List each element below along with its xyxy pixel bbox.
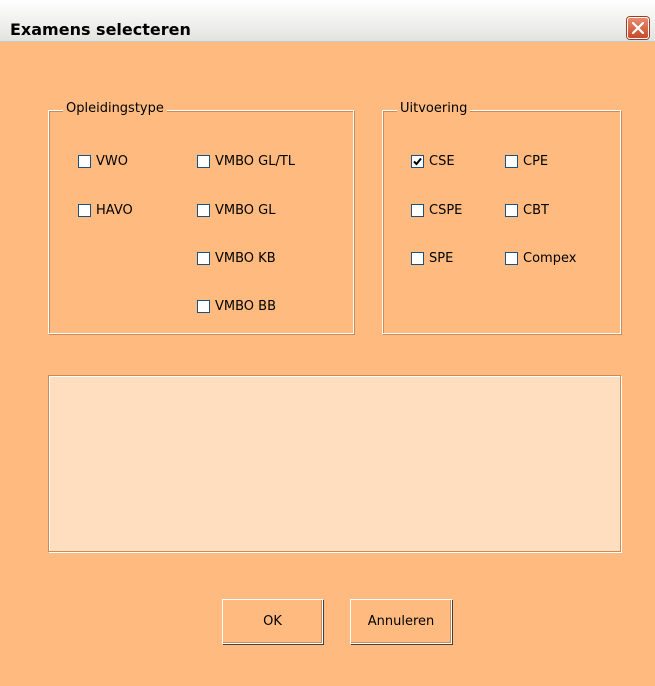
opleidingstype-caption: Opleidingstype bbox=[63, 101, 167, 116]
checkbox-label: CBT bbox=[523, 203, 549, 218]
checkbox-cspe[interactable]: CSPE bbox=[411, 203, 462, 218]
checkbox-box[interactable] bbox=[505, 252, 518, 265]
checkbox-label: VMBO GL/TL bbox=[215, 154, 296, 169]
checkbox-box[interactable] bbox=[197, 155, 210, 168]
checkbox-box[interactable] bbox=[197, 300, 210, 313]
checkbox-label: VMBO GL bbox=[215, 203, 276, 218]
checkbox-label: HAVO bbox=[96, 203, 133, 218]
checkbox-label: Compex bbox=[523, 251, 577, 266]
checkbox-box[interactable] bbox=[197, 204, 210, 217]
uitvoering-caption: Uitvoering bbox=[397, 101, 471, 116]
checkbox-box[interactable] bbox=[505, 155, 518, 168]
close-icon bbox=[632, 22, 644, 34]
checkbox-spe[interactable]: SPE bbox=[411, 251, 453, 266]
checkbox-havo[interactable]: HAVO bbox=[78, 203, 133, 218]
checkbox-vwo[interactable]: VWO bbox=[78, 154, 128, 169]
checkbox-vmbo-bb[interactable]: VMBO BB bbox=[197, 299, 276, 314]
checkbox-label: CSPE bbox=[429, 203, 463, 218]
checkbox-box[interactable] bbox=[411, 252, 424, 265]
checkbox-box[interactable] bbox=[197, 252, 210, 265]
checkbox-box[interactable] bbox=[78, 204, 91, 217]
title-bar[interactable]: Examens selecteren bbox=[0, 0, 655, 42]
checkbox-box[interactable] bbox=[411, 155, 424, 168]
checkbox-label: CPE bbox=[523, 154, 549, 169]
exam-list-box[interactable] bbox=[48, 375, 621, 552]
window-title: Examens selecteren bbox=[10, 20, 191, 39]
checkbox-vmbo-gl[interactable]: VMBO GL bbox=[197, 203, 275, 218]
ok-button[interactable]: OK bbox=[222, 599, 323, 644]
checkbox-label: SPE bbox=[429, 251, 454, 266]
checkbox-cbt[interactable]: CBT bbox=[505, 203, 549, 218]
close-button[interactable] bbox=[627, 17, 649, 39]
checkbox-box[interactable] bbox=[78, 155, 91, 168]
checkbox-compex[interactable]: Compex bbox=[505, 251, 576, 266]
checkbox-vmbo-gl-tl[interactable]: VMBO GL/TL bbox=[197, 154, 295, 169]
uitvoering-group: Uitvoering bbox=[382, 101, 621, 334]
checkbox-label: VWO bbox=[96, 154, 128, 169]
checkbox-label: VMBO BB bbox=[215, 299, 277, 314]
checkmark-icon bbox=[413, 157, 422, 166]
checkbox-vmbo-kb[interactable]: VMBO KB bbox=[197, 251, 276, 266]
checkbox-box[interactable] bbox=[505, 204, 518, 217]
checkbox-cpe[interactable]: CPE bbox=[505, 154, 548, 169]
dialog-window: Examens selecteren Opleidingstype VWO HA… bbox=[0, 0, 655, 686]
checkbox-cse[interactable]: CSE bbox=[411, 154, 455, 169]
checkbox-label: VMBO KB bbox=[215, 251, 276, 266]
cancel-button[interactable]: Annuleren bbox=[350, 599, 452, 644]
checkbox-label: CSE bbox=[429, 154, 455, 169]
checkbox-box[interactable] bbox=[411, 204, 424, 217]
